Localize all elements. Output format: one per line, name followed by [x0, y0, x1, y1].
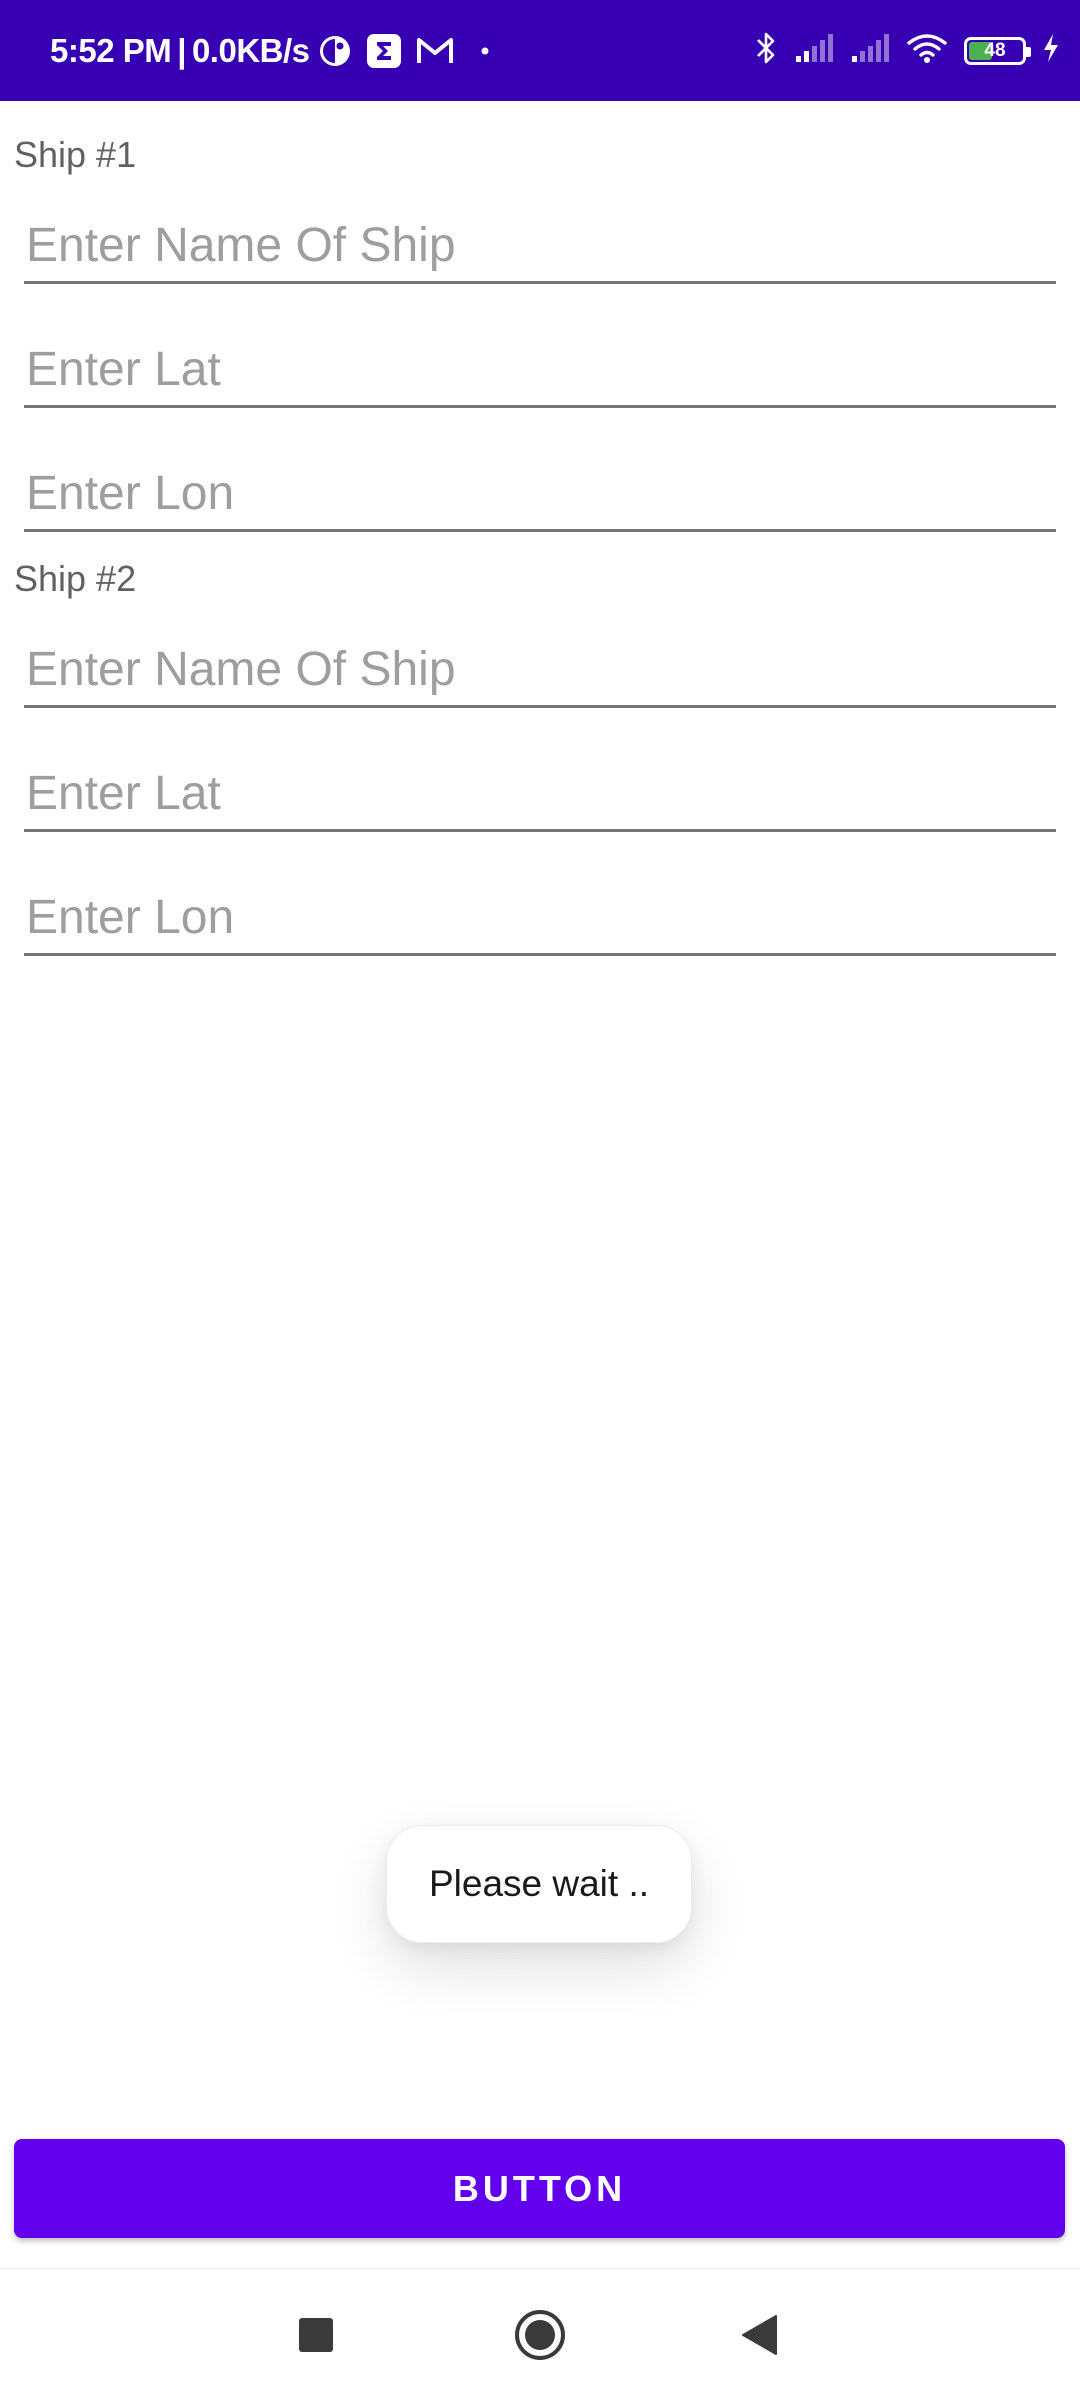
ship2-lat-input[interactable]: [26, 766, 1046, 821]
submit-button[interactable]: BUTTON: [14, 2139, 1065, 2238]
signal-icon: [850, 32, 890, 69]
home-circle-icon: [515, 2310, 565, 2360]
back-triangle-icon: [742, 2315, 777, 2355]
wifi-icon: [906, 32, 948, 69]
ship2-lon-field[interactable]: [24, 876, 1056, 956]
status-bar: 5:52 PM | 0.0KB/s 48: [0, 0, 1080, 101]
sigma-app-icon: [366, 33, 402, 69]
status-left: 5:52 PM | 0.0KB/s: [50, 0, 490, 101]
back-button[interactable]: [700, 2269, 820, 2401]
notification-app-icon: [318, 34, 352, 68]
home-button[interactable]: [480, 2269, 600, 2401]
navigation-bar: [0, 2268, 1080, 2401]
battery-level: 48: [984, 39, 1006, 61]
network-speed: 0.0KB/s: [191, 31, 310, 69]
recents-button[interactable]: [256, 2269, 376, 2401]
bluetooth-icon: [754, 30, 778, 71]
ship1-label: Ship #1: [14, 134, 137, 175]
signal-icon: [794, 32, 834, 69]
ship2-lat-field[interactable]: [24, 752, 1056, 832]
battery-nub: [1026, 46, 1031, 57]
gmail-icon: [416, 36, 454, 66]
ship2-lon-input[interactable]: [26, 890, 1046, 945]
ship2-name-input[interactable]: [26, 642, 1046, 697]
charging-icon: [1042, 33, 1060, 68]
status-right: 48: [754, 0, 1060, 101]
ship1-lon-input[interactable]: [26, 466, 1046, 521]
toast-message: Please wait ..: [386, 1825, 692, 1943]
more-notifications-dot: [480, 46, 490, 56]
ship1-name-field[interactable]: [24, 204, 1056, 284]
recents-square-icon: [299, 2318, 333, 2352]
ship1-lat-input[interactable]: [26, 342, 1046, 397]
ship2-label: Ship #2: [14, 558, 137, 599]
ship1-lat-field[interactable]: [24, 328, 1056, 408]
ship2-name-field[interactable]: [24, 628, 1056, 708]
status-time: 5:52 PM: [50, 31, 172, 69]
ship1-lon-field[interactable]: [24, 452, 1056, 532]
ship1-name-input[interactable]: [26, 218, 1046, 273]
battery-icon: 48: [964, 36, 1031, 65]
status-separator: |: [177, 31, 186, 69]
